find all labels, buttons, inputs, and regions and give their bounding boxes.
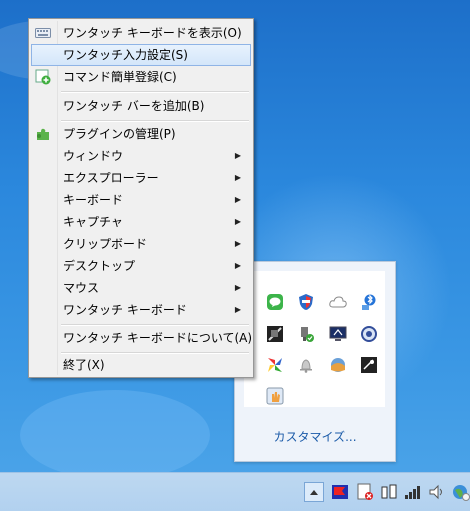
submenu-arrow-icon: ▶ (234, 261, 241, 270)
shield-icon[interactable] (296, 292, 316, 312)
submenu-arrow-icon: ▶ (234, 217, 241, 226)
signal-icon[interactable] (404, 483, 422, 501)
menu-item-label: ワンタッチ キーボードを表示(O) (63, 26, 242, 40)
submenu-arrow-icon: ▶ (234, 173, 241, 182)
line-icon[interactable] (265, 292, 285, 312)
plugin-puzzle-icon (35, 126, 51, 142)
context-menu: ワンタッチ キーボードを表示(O) ワンタッチ入力設定(S) コマンド簡単登録(… (28, 18, 254, 378)
menu-item-desktop[interactable]: デスクトップ ▶ (31, 255, 251, 277)
menu-item-label: キーボード (63, 193, 124, 207)
submenu-arrow-icon: ▶ (234, 305, 241, 314)
submenu-arrow-icon: ▶ (234, 195, 241, 204)
globe-icon[interactable] (452, 483, 470, 501)
keyboard-icon (35, 25, 51, 41)
tray-overflow-panel: カスタマイズ... (234, 261, 396, 462)
submenu-arrow-icon: ▶ (234, 151, 241, 160)
menu-item-label: ワンタッチ入力設定(S) (63, 48, 188, 62)
add-command-icon (35, 69, 51, 85)
pinwheel-icon[interactable] (265, 355, 285, 375)
action-center-icon[interactable] (356, 483, 374, 501)
menu-item-input-settings[interactable]: ワンタッチ入力設定(S) (31, 44, 251, 66)
submenu-arrow-icon: ▶ (234, 239, 241, 248)
customize-link[interactable]: カスタマイズ... (235, 428, 395, 445)
menu-item-add-command[interactable]: コマンド簡単登録(C) (31, 66, 251, 88)
camera-icon[interactable] (265, 324, 285, 344)
flag-app-icon[interactable] (331, 483, 349, 501)
menu-item-capture[interactable]: キャプチャ ▶ (31, 211, 251, 233)
menu-item-label: 終了(X) (63, 358, 105, 372)
submenu-arrow-icon: ▶ (234, 283, 241, 292)
menu-item-about[interactable]: ワンタッチ キーボードについて(A) (31, 327, 253, 349)
bluetooth-icon[interactable] (359, 292, 379, 312)
show-hidden-icons-arrow[interactable] (304, 482, 324, 502)
menu-separator (61, 120, 249, 122)
taskbar (0, 472, 470, 511)
tray-overflow-icons-area (244, 271, 385, 407)
bell-icon[interactable] (296, 355, 316, 375)
menu-item-label: コマンド簡単登録(C) (63, 70, 177, 84)
weather-icon[interactable] (328, 355, 348, 375)
menu-item-add-bar[interactable]: ワンタッチ バーを追加(B) (31, 95, 251, 117)
menu-separator (61, 91, 249, 93)
app-icon[interactable] (359, 355, 379, 375)
menu-item-plugin-manage[interactable]: プラグインの管理(P) (31, 123, 251, 145)
menu-item-label: ウィンドウ (63, 149, 124, 163)
menu-item-label: プラグインの管理(P) (63, 127, 176, 141)
menu-item-explorer[interactable]: エクスプローラー ▶ (31, 167, 251, 189)
menu-item-label: ワンタッチ キーボードについて(A) (63, 331, 253, 345)
menu-item-clipboard[interactable]: クリップボード ▶ (31, 233, 251, 255)
menu-item-label: クリップボード (63, 237, 148, 251)
cloud-icon[interactable] (328, 292, 348, 312)
network-icon[interactable] (380, 483, 398, 501)
menu-item-show-keyboard[interactable]: ワンタッチ キーボードを表示(O) (31, 22, 251, 44)
menu-item-label: ワンタッチ キーボード (63, 303, 187, 317)
menu-item-onetouch-keyboard[interactable]: ワンタッチ キーボード ▶ (31, 299, 251, 321)
volume-icon[interactable] (428, 483, 446, 501)
menu-item-keyboard[interactable]: キーボード ▶ (31, 189, 251, 211)
menu-separator (61, 324, 249, 326)
menu-item-label: キャプチャ (63, 215, 123, 229)
menu-item-label: ワンタッチ バーを追加(B) (63, 99, 205, 113)
display-icon[interactable] (328, 324, 348, 344)
menu-item-label: エクスプローラー (63, 171, 159, 185)
sync-icon[interactable] (359, 324, 379, 344)
menu-item-mouse[interactable]: マウス ▶ (31, 277, 251, 299)
usb-icon[interactable] (296, 324, 316, 344)
menu-item-label: マウス (63, 281, 100, 295)
hand-icon[interactable] (265, 386, 285, 406)
menu-item-label: デスクトップ (63, 259, 136, 273)
menu-item-window[interactable]: ウィンドウ ▶ (31, 145, 251, 167)
menu-item-exit[interactable]: 終了(X) (31, 354, 251, 376)
